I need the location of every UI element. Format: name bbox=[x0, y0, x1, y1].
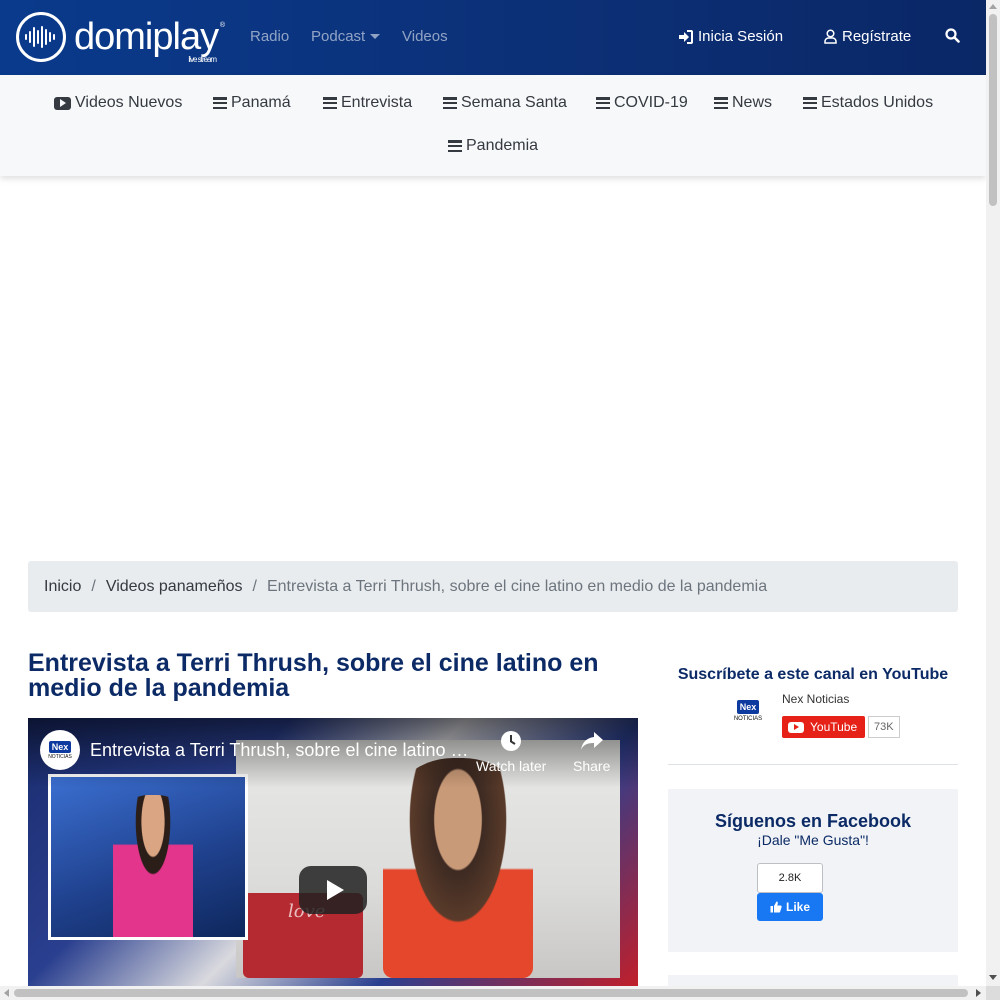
bars-icon bbox=[803, 97, 817, 109]
login-label: Inicia Sesión bbox=[698, 28, 784, 45]
horizontal-scroll-thumb[interactable] bbox=[14, 989, 968, 997]
site-logo[interactable]: domiplay ® live stream bbox=[16, 12, 225, 64]
page-title: Entrevista a Terri Thrush, sobre el cine… bbox=[28, 649, 599, 702]
sign-in-icon bbox=[679, 29, 693, 44]
nav-podcast-label: Podcast bbox=[311, 28, 366, 45]
register-label: Regístrate bbox=[842, 28, 912, 45]
youtube-subscribe-widget: Suscríbete a este canal en YouTube Nex N… bbox=[668, 660, 958, 765]
facebook-like-button[interactable]: Like bbox=[757, 893, 823, 921]
brand-tagline: live stream bbox=[188, 55, 217, 64]
youtube-subscribe-button[interactable]: YouTube bbox=[782, 716, 866, 738]
register-link[interactable]: Regístrate bbox=[824, 28, 911, 45]
category-bar: Videos Nuevos Panamá Entrevista Semana S… bbox=[0, 75, 986, 176]
share-icon bbox=[580, 732, 603, 750]
youtube-button-label: YouTube bbox=[810, 720, 858, 734]
category-entrevista[interactable]: Entrevista bbox=[323, 94, 412, 112]
logo-wordmark: domiplay ® live stream bbox=[74, 16, 225, 64]
bars-icon bbox=[596, 97, 610, 109]
bars-icon bbox=[323, 97, 337, 109]
category-label: Semana Santa bbox=[461, 94, 567, 111]
category-label: Videos Nuevos bbox=[75, 94, 183, 111]
nex-logo-sub: NOTICIAS bbox=[733, 716, 763, 722]
category-covid-19[interactable]: COVID-19 bbox=[596, 94, 688, 112]
trademark: ® bbox=[219, 22, 225, 29]
nav-podcast[interactable]: Podcast bbox=[311, 28, 381, 45]
category-label: Entrevista bbox=[341, 94, 413, 111]
category-pandemia[interactable]: Pandemia bbox=[448, 137, 538, 155]
category-label: News bbox=[732, 94, 773, 111]
play-button[interactable] bbox=[299, 866, 367, 914]
nex-noticias-logo[interactable]: Nex NOTICIAS bbox=[732, 700, 764, 734]
scroll-right-arrow[interactable] bbox=[976, 989, 981, 997]
facebook-widget-subheading: ¡Dale "Me Gusta"! bbox=[757, 832, 869, 848]
bars-icon bbox=[714, 97, 728, 109]
youtube-icon bbox=[788, 721, 804, 733]
watch-later-button[interactable]: Watch later bbox=[476, 730, 546, 774]
facebook-widget-heading: Síguenos en Facebook bbox=[714, 811, 912, 831]
vertical-scroll-thumb[interactable] bbox=[989, 14, 997, 206]
share-button[interactable]: Share bbox=[573, 730, 610, 774]
share-label: Share bbox=[573, 758, 611, 774]
breadcrumb-separator: / bbox=[91, 577, 96, 595]
nav-radio[interactable]: Radio bbox=[250, 28, 289, 45]
presenter-inset bbox=[48, 774, 248, 940]
breadcrumb: Inicio / Videos panameños / Entrevista a… bbox=[28, 561, 958, 612]
video-player[interactable]: love Nex NOTICIAS Entrevista a Terri Thr… bbox=[28, 718, 638, 988]
breadcrumb-home[interactable]: Inicio bbox=[44, 578, 81, 596]
horizontal-scrollbar[interactable] bbox=[0, 986, 986, 1000]
youtube-widget-heading: Suscríbete a este canal en YouTube bbox=[677, 666, 949, 683]
vertical-scrollbar[interactable] bbox=[986, 0, 1000, 986]
user-icon bbox=[824, 29, 837, 44]
category-semana-santa[interactable]: Semana Santa bbox=[443, 94, 567, 112]
category-label: Estados Unidos bbox=[821, 94, 934, 111]
breadcrumb-separator: / bbox=[252, 577, 257, 595]
presenter-image bbox=[113, 795, 193, 937]
breadcrumb-current: Entrevista a Terri Thrush, sobre el cine… bbox=[266, 577, 768, 595]
category-news[interactable]: News bbox=[714, 94, 772, 112]
bars-icon bbox=[213, 97, 227, 109]
nex-logo-text: Nex bbox=[736, 700, 760, 714]
search-icon bbox=[945, 28, 960, 43]
category-label: COVID-19 bbox=[614, 94, 688, 111]
thumbs-up-icon bbox=[770, 901, 782, 913]
scroll-up-arrow[interactable] bbox=[989, 4, 997, 9]
scroll-down-arrow[interactable] bbox=[989, 975, 997, 980]
category-label: Pandemia bbox=[466, 137, 539, 154]
category-estados-unidos[interactable]: Estados Unidos bbox=[803, 94, 933, 112]
search-button[interactable] bbox=[945, 28, 960, 43]
clock-icon bbox=[501, 731, 522, 751]
youtube-icon bbox=[54, 96, 71, 110]
youtube-channel-name[interactable]: Nex Noticias bbox=[782, 692, 849, 706]
channel-avatar[interactable]: Nex NOTICIAS bbox=[40, 730, 80, 770]
facebook-like-label: Like bbox=[785, 900, 810, 914]
soundwave-icon bbox=[16, 12, 66, 62]
play-icon bbox=[326, 880, 344, 900]
bars-icon bbox=[443, 97, 457, 109]
watch-later-label: Watch later bbox=[476, 758, 547, 774]
login-link[interactable]: Inicia Sesión bbox=[678, 28, 783, 45]
brand-name: domiplay bbox=[74, 16, 219, 58]
scrollbar-corner bbox=[986, 986, 1000, 1000]
subscriber-count: 73K bbox=[868, 716, 900, 738]
top-navbar: domiplay ® live stream Radio Podcast Vide… bbox=[0, 0, 986, 75]
facebook-like-count: 2.8K bbox=[757, 863, 823, 893]
scroll-left-arrow[interactable] bbox=[4, 989, 9, 997]
channel-logo-sub: NOTICIAS bbox=[48, 753, 72, 760]
bars-icon bbox=[448, 140, 462, 152]
nav-videos[interactable]: Videos bbox=[402, 28, 448, 45]
category-label: Panamá bbox=[231, 94, 291, 111]
category-panama[interactable]: Panamá bbox=[213, 94, 291, 112]
channel-logo-text: Nex bbox=[48, 740, 72, 753]
facebook-widget: Síguenos en Facebook ¡Dale "Me Gusta"! 2… bbox=[668, 789, 958, 952]
caret-down-icon bbox=[370, 34, 381, 39]
interviewee-image bbox=[383, 758, 533, 978]
video-title[interactable]: Entrevista a Terri Thrush, sobre el cine… bbox=[90, 740, 470, 761]
category-videos-nuevos[interactable]: Videos Nuevos bbox=[54, 94, 182, 112]
breadcrumb-section[interactable]: Videos panameños bbox=[106, 578, 243, 596]
